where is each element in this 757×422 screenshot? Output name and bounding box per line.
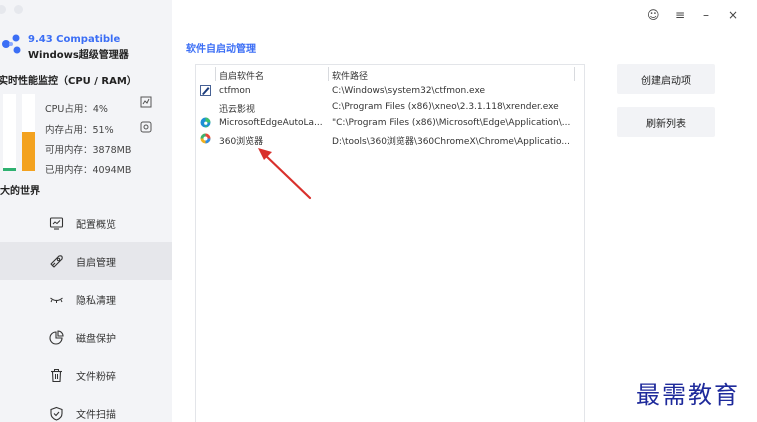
- refresh-list-button[interactable]: 刷新列表: [617, 107, 715, 137]
- rocket-icon: [50, 254, 63, 268]
- browser-360-icon: [200, 133, 211, 144]
- row-path: C:\Program Files (x86)\xneo\2.3.1.118\xr…: [332, 102, 559, 112]
- cpu-usage-fill: [3, 167, 16, 171]
- minimize-icon[interactable]: –: [703, 8, 709, 22]
- menu-icon[interactable]: ≡: [675, 8, 685, 22]
- pen-icon: [200, 85, 211, 96]
- window-dot[interactable]: [0, 5, 6, 14]
- nav-item-file-scan[interactable]: 文件扫描: [0, 394, 172, 422]
- used-memory-label: 已用内存：4094MB: [45, 165, 132, 176]
- world-caption: 强大的世界: [0, 186, 40, 197]
- column-header-name[interactable]: 自启软件名: [219, 69, 264, 82]
- monitor-title: 实时性能监控（CPU / RAM）: [0, 76, 137, 87]
- row-path: D:\tools\360浏览器\360ChromeX\Chrome\Applic…: [332, 137, 570, 147]
- annotation-arrow: [258, 148, 312, 200]
- create-startup-button[interactable]: 创建启动项: [617, 64, 715, 94]
- nav-item-overview[interactable]: 配置概览: [0, 204, 172, 242]
- nav-label: 文件扫描: [76, 409, 116, 421]
- table-row[interactable]: MicrosoftEdgeAutoLa... "C:\Program Files…: [196, 115, 584, 131]
- nav-label: 磁盘保护: [76, 333, 116, 345]
- nav-item-startup[interactable]: 自启管理: [0, 242, 172, 280]
- sidebar: 9.43 Compatible Windows超级管理器 实时性能监控（CPU …: [0, 0, 172, 422]
- row-path: "C:\Program Files (x86)\Microsoft\Edge\A…: [332, 118, 571, 128]
- nav-label: 文件粉碎: [76, 371, 116, 383]
- nav-item-file-shred[interactable]: 文件粉碎: [0, 356, 172, 394]
- memory-icon[interactable]: [140, 121, 152, 133]
- table-row[interactable]: 迅云影视 C:\Program Files (x86)\xneo\2.3.1.1…: [196, 99, 584, 115]
- watermark-logo: 最需教育: [636, 381, 740, 409]
- shield-icon: [50, 406, 63, 421]
- app-logo-icon: [2, 34, 21, 54]
- app-title-version: 9.43 Compatible: [28, 34, 121, 45]
- row-name: 迅云影视: [219, 105, 256, 115]
- row-path: C:\Windows\system32\ctfmon.exe: [332, 86, 486, 96]
- column-separator[interactable]: [328, 67, 329, 81]
- nav-item-privacy[interactable]: 隐私清理: [0, 280, 172, 318]
- window-dot[interactable]: [14, 5, 23, 14]
- ram-usage-bar: [22, 94, 35, 171]
- nav-item-disk-protect[interactable]: 磁盘保护: [0, 318, 172, 356]
- cpu-usage-label: CPU占用：4%: [45, 104, 108, 115]
- edge-icon: [200, 117, 211, 128]
- close-icon[interactable]: ×: [728, 8, 738, 22]
- eye-closed-icon: [50, 297, 63, 303]
- table-row[interactable]: ctfmon C:\Windows\system32\ctfmon.exe: [196, 83, 584, 99]
- startup-list[interactable]: 自启软件名 软件路径 ctfmon C:\Windows\system32\ct…: [195, 64, 585, 422]
- cpu-chip-icon[interactable]: [140, 96, 152, 108]
- row-name: ctfmon: [219, 86, 251, 96]
- column-header-path[interactable]: 软件路径: [332, 69, 368, 82]
- feedback-icon[interactable]: ☺: [647, 8, 660, 22]
- nav-label: 配置概览: [76, 219, 116, 231]
- blank-icon: [200, 101, 211, 112]
- nav-label: 自启管理: [76, 257, 116, 269]
- column-separator[interactable]: [574, 67, 575, 81]
- list-header: 自启软件名 软件路径: [196, 65, 584, 82]
- ram-usage-label: 内存占用：51%: [45, 125, 114, 136]
- nav-label: 隐私清理: [76, 295, 116, 307]
- available-memory-label: 可用内存：3878MB: [45, 145, 132, 156]
- page-title: 软件自启动管理: [186, 44, 256, 55]
- monitor-icon: [49, 216, 64, 230]
- trash-icon: [51, 368, 62, 382]
- app-title-name: Windows超级管理器: [28, 50, 129, 61]
- row-name: MicrosoftEdgeAutoLa...: [219, 118, 323, 128]
- column-separator[interactable]: [215, 67, 216, 81]
- cpu-usage-bar: [3, 94, 16, 171]
- ram-usage-fill: [22, 131, 35, 171]
- pie-chart-icon: [49, 329, 64, 345]
